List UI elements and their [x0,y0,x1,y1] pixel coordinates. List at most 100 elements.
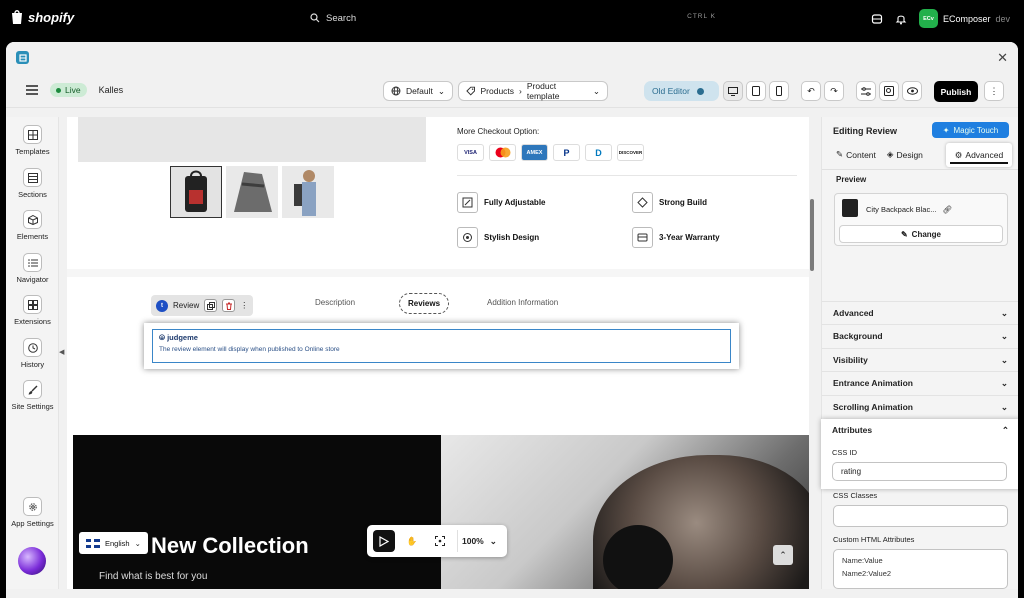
product-preview-name: City Backpack Blac... 🔗︎ [866,205,952,214]
cube-icon [23,210,42,229]
redo-icon: ↷ [830,85,838,96]
product-thumbnail[interactable] [282,166,334,218]
store-tag: dev [995,13,1010,24]
css-classes-input[interactable] [833,505,1008,527]
sidebar-item-history[interactable]: History [6,338,59,369]
product-thumbnail[interactable] [170,166,222,218]
close-icon[interactable]: ✕ [997,50,1008,66]
preview-button[interactable] [902,81,922,101]
focus-icon [435,536,445,546]
breadcrumb-template: Product template [526,81,560,101]
accordion-entrance-animation[interactable]: Entrance Animation ⌄ [822,371,1018,394]
shopify-logo[interactable]: shopify [10,9,74,25]
redo-button[interactable]: ↷ [824,81,844,101]
eye-icon [906,87,918,95]
accordion-label: Advanced [833,308,874,318]
collapse-sidebar-icon[interactable]: ◀ [59,348,64,356]
language-switcher[interactable]: English ⌄ [79,532,148,554]
mastercard-icon [489,144,516,161]
accordion-advanced[interactable]: Advanced ⌄ [822,301,1018,324]
selected-element-toolbar[interactable]: t Review ⋮ [151,295,254,316]
sidebar-item-navigator[interactable]: Navigator [6,253,59,284]
fit-screen-button[interactable] [429,530,451,552]
sidebar-item-templates[interactable]: Templates [6,125,59,156]
zoom-select[interactable]: 100% ⌄ [457,530,501,552]
sidebar-item-app-settings[interactable]: App Settings [6,497,59,528]
accordion-attributes[interactable]: Attributes ⌃ [832,425,1009,436]
settings-button[interactable] [856,81,876,101]
language-label: English [105,538,130,548]
chevron-up-icon: ⌃ [1001,425,1009,435]
tab-content[interactable]: ✎ Content [836,149,876,160]
menu-icon[interactable] [26,85,38,95]
store-account[interactable]: ECv EComposer dev [918,9,1010,28]
sidebar-item-elements[interactable]: Elements [6,210,59,241]
more-vertical-icon: ⋮ [989,85,999,96]
search-placeholder: Search [326,12,357,24]
editor-toolbar: Live Kalles Default ⌄ Products › Product… [6,74,1018,108]
language-select-value: Default [405,86,433,96]
tablet-view-button[interactable] [746,81,766,101]
hand-tool-button[interactable]: ✋ [401,530,423,552]
more-options-button[interactable]: ⋮ [984,81,1004,101]
magic-wand-icon: ✦ [942,125,950,135]
inspect-button[interactable] [879,81,899,101]
shopify-topbar: shopify Search CTRL K ECv EComposer dev [0,0,1024,37]
editor-window: ✕ Live Kalles Default ⌄ Products › Produ… [6,42,1018,598]
sidebar-item-label: Sections [18,190,47,199]
global-search[interactable]: Search CTRL K [302,8,722,28]
sidebar-item-extensions[interactable]: Extensions [6,295,59,326]
sidebar-item-label: Navigator [16,275,49,284]
magic-touch-button[interactable]: ✦ Magic Touch [932,122,1009,138]
duplicate-icon[interactable] [204,299,218,312]
link-icon[interactable]: 🔗︎ [942,205,952,214]
custom-html-attributes-textarea[interactable]: Name:Value Name2:Value2 [833,549,1008,589]
select-tool-button[interactable] [373,530,395,552]
publish-button[interactable]: Publish [934,81,978,102]
css-id-label: CSS ID [832,448,858,457]
product-thumbnail[interactable] [226,166,278,218]
search-shortcut: CTRL K [687,13,716,20]
extensions-icon [23,295,42,314]
tab-addition-information[interactable]: Addition Information [487,298,558,307]
feature-label: Fully Adjustable [484,198,546,207]
theme-name: Kalles [98,85,124,95]
live-label: Live [65,85,81,95]
sidebar-item-sections[interactable]: Sections [6,168,59,199]
mobile-view-button[interactable] [769,81,789,101]
more-vertical-icon[interactable]: ⋮ [240,301,248,310]
assistant-orb[interactable] [18,547,46,575]
window-header: ✕ [6,42,1018,74]
warranty-icon [632,227,653,248]
template-breadcrumb[interactable]: Products › Product template ⌄ [458,81,608,101]
tab-description[interactable]: Description [315,298,355,307]
store-icon[interactable] [871,13,883,25]
sidebar-item-site-settings[interactable]: Site Settings [6,380,59,411]
scrollbar-thumb[interactable] [810,199,814,271]
scroll-to-top-button[interactable]: ⌃ [773,545,793,565]
tab-design[interactable]: ◈ Design [887,149,923,160]
tab-advanced[interactable]: ⚙ Advanced [946,143,1012,167]
change-product-button[interactable]: ✎ Change [839,225,1003,243]
desktop-view-button[interactable] [723,81,743,101]
mobile-icon [776,86,782,96]
magic-touch-label: Magic Touch [953,125,999,135]
tab-reviews[interactable]: Reviews [399,293,450,314]
tab-design-label: Design [896,149,923,160]
review-element-highlight[interactable]: ⦾ judgeme The review element will displa… [144,323,739,369]
old-editor-toggle[interactable]: Old Editor [644,81,719,101]
feature-label: Stylish Design [484,233,540,242]
notification-bell-icon[interactable] [895,13,907,25]
language-select[interactable]: Default ⌄ [383,81,453,101]
visa-icon: VISA [457,144,484,161]
accordion-background[interactable]: Background ⌄ [822,324,1018,347]
undo-button[interactable]: ↶ [801,81,821,101]
toggle-knob [696,87,704,95]
delete-icon[interactable] [222,299,236,312]
css-id-input[interactable]: rating [832,462,1007,481]
checkout-options-title: More Checkout Option: [457,127,540,136]
canvas-scrollbar[interactable] [809,117,815,589]
accordion-visibility[interactable]: Visibility ⌄ [822,348,1018,371]
chevron-down-icon: ⌄ [1000,377,1008,388]
accordion-scrolling-animation[interactable]: Scrolling Animation ⌄ [822,395,1018,418]
